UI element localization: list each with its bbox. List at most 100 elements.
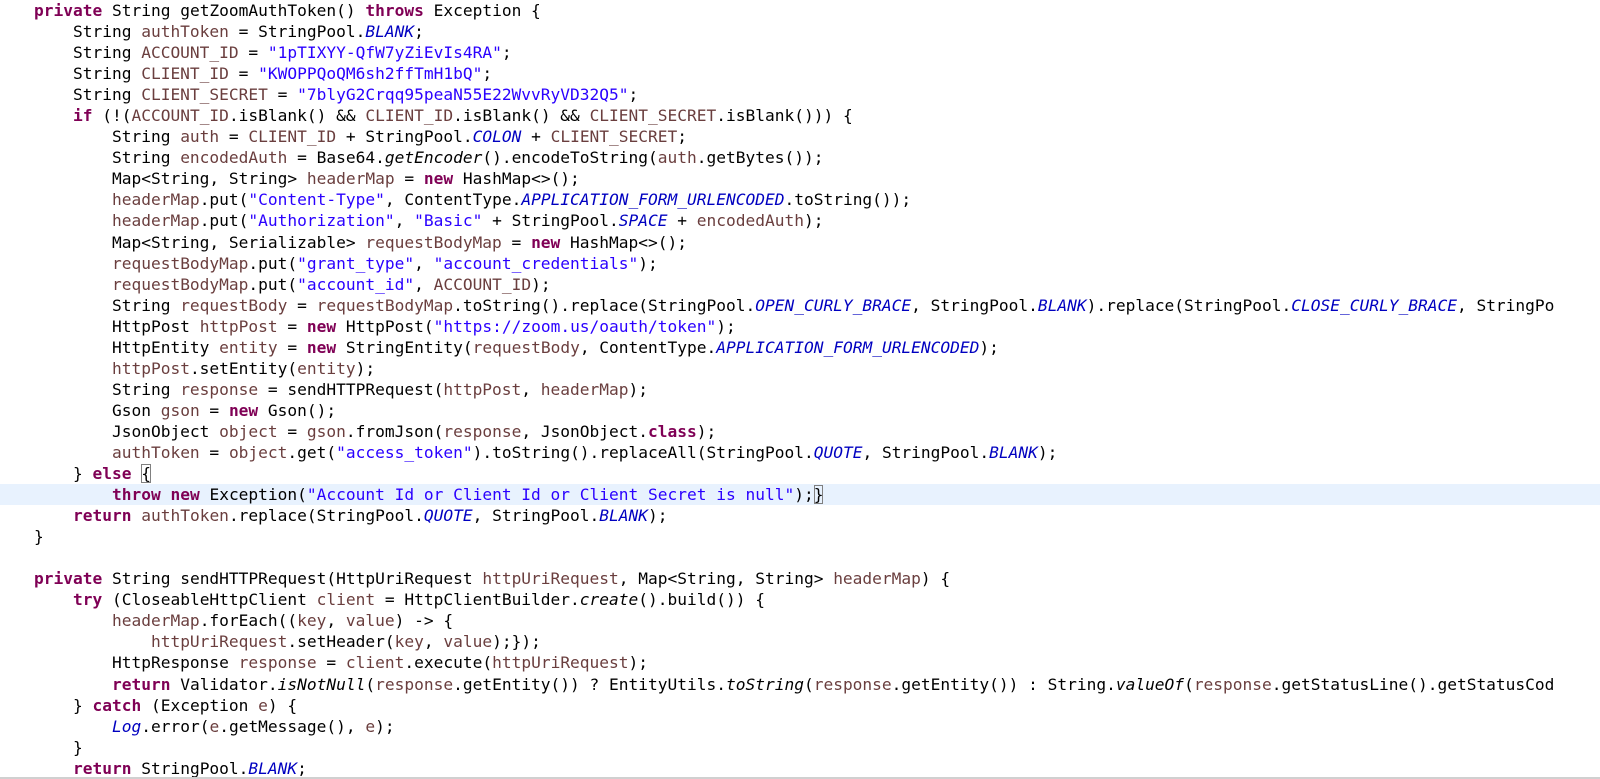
code-token-sfld: CLOSE_CURLY_BRACE bbox=[1291, 295, 1457, 315]
code-line[interactable]: } bbox=[0, 526, 1600, 547]
code-line[interactable]: private String getZoomAuthToken() throws… bbox=[0, 0, 1600, 21]
code-line[interactable]: String encodedAuth = Base64.getEncoder()… bbox=[0, 147, 1600, 168]
code-token-kw: try bbox=[72, 590, 103, 610]
code-token-pl: + bbox=[667, 211, 697, 231]
code-token-var: gson bbox=[160, 400, 200, 420]
code-line[interactable]: } catch (Exception e) { bbox=[0, 695, 1600, 716]
code-line[interactable]: Log.error(e.getMessage(), e); bbox=[0, 716, 1600, 737]
code-line[interactable]: headerMap.put("Content-Type", ContentTyp… bbox=[0, 189, 1600, 210]
code-line[interactable]: String auth = CLIENT_ID + StringPool.COL… bbox=[0, 126, 1600, 147]
code-token-pl: = bbox=[267, 85, 298, 105]
code-token-pl: ); bbox=[375, 716, 395, 736]
code-token-pl: = StringPool. bbox=[228, 22, 366, 42]
code-token-pl: ( bbox=[1184, 674, 1194, 694]
code-line[interactable]: String response = sendHTTPRequest(httpPo… bbox=[0, 379, 1600, 400]
code-token-var: response bbox=[180, 379, 259, 399]
code-line[interactable]: } else { bbox=[0, 463, 1600, 484]
code-line[interactable]: return authToken.replace(StringPool.QUOT… bbox=[0, 505, 1600, 526]
code-line[interactable]: authToken = object.get("access_token").t… bbox=[0, 442, 1600, 463]
code-token-pl: = HttpClientBuilder. bbox=[375, 590, 580, 610]
code-token-pl: ); bbox=[648, 506, 668, 526]
code-token-str: "Basic" bbox=[414, 211, 483, 231]
code-token-pl: = bbox=[219, 127, 249, 147]
code-token-pl: ); bbox=[638, 253, 658, 273]
code-line[interactable]: String CLIENT_ID = "KWOPPQoQM6sh2ffTmH1b… bbox=[0, 63, 1600, 84]
code-token-var: authToken bbox=[141, 506, 229, 526]
code-token-var: CLIENT_ID bbox=[141, 64, 229, 84]
code-line[interactable]: requestBodyMap.put("grant_type", "accoun… bbox=[0, 253, 1600, 274]
code-line[interactable] bbox=[0, 547, 1600, 568]
code-token-kw: if bbox=[72, 106, 93, 126]
code-line[interactable]: Map<String, Serializable> requestBodyMap… bbox=[0, 232, 1600, 253]
code-token-var: CLIENT_SECRET bbox=[550, 127, 678, 147]
code-line[interactable]: headerMap.put("Authorization", "Basic" +… bbox=[0, 210, 1600, 231]
code-token-sfld: APPLICATION_FORM_URLENCODED bbox=[716, 337, 980, 357]
code-token-var: response bbox=[238, 653, 317, 673]
code-token-pl: = bbox=[316, 653, 346, 673]
code-token-var: value bbox=[345, 611, 395, 631]
code-token-smeth: create bbox=[579, 590, 639, 610]
code-token-pl: JsonObject bbox=[34, 421, 220, 441]
code-token-var: e bbox=[365, 716, 376, 736]
code-token-var: requestBodyMap bbox=[111, 274, 249, 294]
code-token-pl: .execute( bbox=[404, 653, 493, 673]
code-token-pl: ); bbox=[628, 379, 649, 399]
code-token-pl: ).toString().replaceAll(StringPool. bbox=[472, 442, 814, 462]
code-token-var: requestBody bbox=[472, 337, 580, 357]
code-line[interactable]: HttpEntity entity = new StringEntity(req… bbox=[0, 337, 1600, 358]
code-line[interactable]: httpUriRequest.setHeader(key, value);}); bbox=[0, 631, 1600, 652]
code-line[interactable]: JsonObject object = gson.fromJson(respon… bbox=[0, 421, 1600, 442]
code-token-pl: = bbox=[199, 400, 229, 420]
code-line[interactable]: requestBodyMap.put("account_id", ACCOUNT… bbox=[0, 274, 1600, 295]
code-token-var: response bbox=[813, 674, 892, 694]
code-token-pl: ; bbox=[677, 127, 688, 147]
code-token-pl: , ContentType. bbox=[384, 190, 522, 210]
code-token-str: "https://zoom.us/oauth/token" bbox=[433, 316, 717, 336]
code-token-var: headerMap bbox=[111, 611, 200, 631]
code-line[interactable]: String authToken = StringPool.BLANK; bbox=[0, 21, 1600, 42]
code-token-pl: ; bbox=[414, 22, 424, 42]
code-token-var: entity bbox=[297, 358, 356, 378]
code-token-pl: .setHeader( bbox=[287, 632, 395, 652]
code-token-pl: = bbox=[394, 169, 424, 189]
code-token-kw: return bbox=[72, 758, 132, 778]
code-token-sfld: BLANK bbox=[365, 22, 415, 42]
code-token-pl: , StringPool. bbox=[862, 442, 990, 462]
code-token-sfld: BLANK bbox=[989, 442, 1038, 462]
code-token-var: CLIENT_SECRET bbox=[141, 85, 268, 105]
code-line[interactable]: String CLIENT_SECRET = "7blyG2Crqq95peaN… bbox=[0, 84, 1600, 105]
code-token-pl: ) { bbox=[920, 569, 951, 589]
code-line[interactable]: HttpResponse response = client.execute(h… bbox=[0, 652, 1600, 673]
code-token-pl: String bbox=[34, 22, 142, 42]
code-line[interactable]: return Validator.isNotNull(response.getE… bbox=[0, 674, 1600, 695]
code-token-var: requestBodyMap bbox=[111, 253, 249, 273]
code-line[interactable]: private String sendHTTPRequest(HttpUriRe… bbox=[0, 568, 1600, 589]
code-token-sfld: SPACE bbox=[618, 211, 668, 231]
code-line[interactable]: httpPost.setEntity(entity); bbox=[0, 358, 1600, 379]
code-token-pl: ( bbox=[365, 674, 376, 694]
code-line[interactable]: HttpPost httpPost = new HttpPost("https:… bbox=[0, 316, 1600, 337]
code-line[interactable]: return StringPool.BLANK; bbox=[0, 758, 1600, 779]
current-code-line[interactable]: throw new Exception("Account Id or Clien… bbox=[0, 484, 1600, 506]
code-line[interactable]: String ACCOUNT_ID = "1pTIXYY-QfW7yZiEvIs… bbox=[0, 42, 1600, 63]
code-token-pl: String bbox=[34, 43, 142, 63]
code-token-var: e bbox=[258, 695, 268, 715]
code-token-str: "1pTIXYY-QfW7yZiEvIs4RA" bbox=[267, 43, 502, 63]
code-line[interactable]: Gson gson = new Gson(); bbox=[0, 400, 1600, 421]
code-token-str: "account_id" bbox=[297, 274, 415, 294]
code-line[interactable]: String requestBody = requestBodyMap.toSt… bbox=[0, 295, 1600, 316]
code-line[interactable]: if (!(ACCOUNT_ID.isBlank() && CLIENT_ID.… bbox=[0, 105, 1600, 126]
code-token-pl: ; bbox=[482, 64, 493, 84]
code-line[interactable]: } bbox=[0, 737, 1600, 758]
code-token-pl: ().encodeToString( bbox=[482, 148, 658, 168]
code-line[interactable]: Map<String, String> headerMap = new Hash… bbox=[0, 168, 1600, 189]
code-token-pl: HttpPost bbox=[34, 316, 200, 336]
code-editor[interactable]: private String getZoomAuthToken() throws… bbox=[0, 0, 1600, 779]
code-token-pl: ); bbox=[979, 337, 999, 357]
code-line[interactable]: headerMap.forEach((key, value) -> { bbox=[0, 610, 1600, 631]
code-token-pl: , bbox=[423, 632, 444, 652]
code-line[interactable]: try (CloseableHttpClient client = HttpCl… bbox=[0, 589, 1600, 610]
